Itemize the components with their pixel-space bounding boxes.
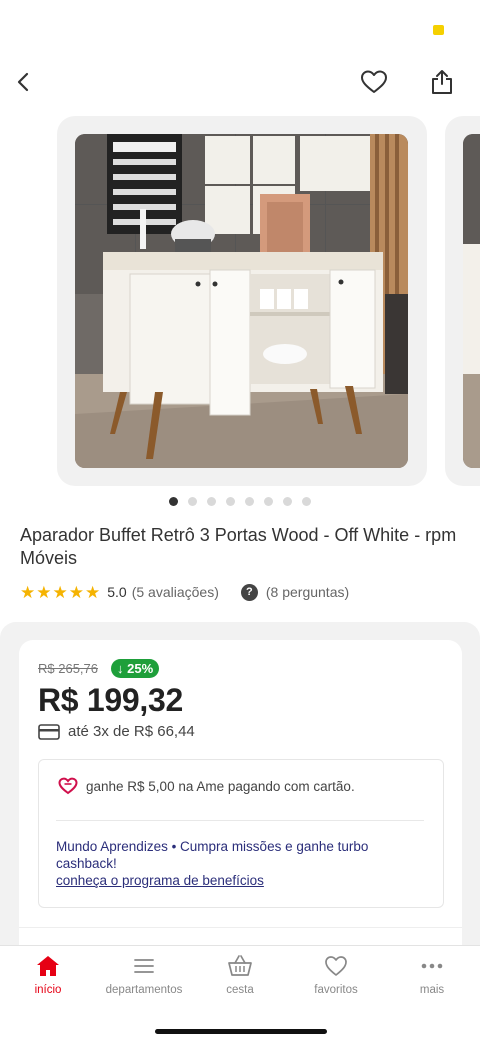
rating-stars: ★ ★ ★ ★ ★ xyxy=(20,584,100,601)
share-button[interactable] xyxy=(422,62,462,102)
nav-cesta[interactable]: cesta xyxy=(192,954,288,1004)
product-image-card[interactable] xyxy=(57,116,427,486)
installments-row: até 3x de R$ 66,44 xyxy=(38,723,195,740)
ame-cashback-row: ganhe R$ 5,00 na Ame pagando com cartão. xyxy=(58,777,355,795)
next-product-photo xyxy=(463,134,480,468)
carousel-dot[interactable] xyxy=(169,497,178,506)
bottom-navigation: início departamentos cesta favoritos mai… xyxy=(0,945,480,1042)
nav-departamentos[interactable]: departamentos xyxy=(96,954,192,1004)
product-title: Aparador Buffet Retrô 3 Portas Wood - Of… xyxy=(20,525,457,568)
carousel-dot[interactable] xyxy=(207,497,216,506)
benefits-box: ganhe R$ 5,00 na Ame pagando com cartão.… xyxy=(38,759,444,908)
mundo-aprendizes-text: Mundo Aprendizes • Cumpra missões e ganh… xyxy=(56,839,369,871)
divider xyxy=(56,820,424,821)
credit-card-icon xyxy=(38,723,60,740)
star-icon: ★ xyxy=(36,582,52,602)
top-bar xyxy=(0,60,480,104)
ame-text: ganhe R$ 5,00 na Ame pagando com cartão. xyxy=(86,778,355,794)
nav-inicio[interactable]: início xyxy=(0,954,96,1004)
carousel-dot[interactable] xyxy=(226,497,235,506)
nav-mais[interactable]: mais xyxy=(384,954,480,1004)
current-price: R$ 199,32 xyxy=(38,682,183,718)
star-icon: ★ xyxy=(68,582,84,602)
star-icon: ★ xyxy=(85,582,101,602)
reviews-link[interactable]: (5 avaliações) xyxy=(132,584,219,600)
carousel-dot[interactable] xyxy=(188,497,197,506)
product-photo xyxy=(75,134,408,468)
share-icon xyxy=(432,70,452,94)
menu-icon xyxy=(134,959,154,973)
chevron-left-icon xyxy=(17,72,29,92)
nav-label: favoritos xyxy=(314,984,358,996)
image-carousel[interactable] xyxy=(0,116,480,488)
next-image-card[interactable] xyxy=(445,116,480,486)
nav-label: departamentos xyxy=(105,984,183,996)
carousel-dot[interactable] xyxy=(302,497,311,506)
rating-row[interactable]: ★ ★ ★ ★ ★ 5.0 (5 avaliações) ? (8 perguntas) xyxy=(20,582,349,602)
price-card: R$ 265,76 ↓ 25% R$ 199,32 até 3x de R$ 6… xyxy=(19,640,462,952)
benefits-program-link[interactable]: conheça o programa de benefícios xyxy=(56,873,264,888)
ame-heart-icon xyxy=(58,777,78,795)
discount-badge: ↓ 25% xyxy=(111,659,160,678)
star-icon: ★ xyxy=(52,582,68,602)
heart-icon xyxy=(325,956,347,976)
questions-link[interactable]: (8 perguntas) xyxy=(266,584,349,600)
star-icon: ★ xyxy=(20,582,36,602)
nav-label: mais xyxy=(419,984,445,996)
divider xyxy=(19,927,462,928)
carousel-dot[interactable] xyxy=(264,497,273,506)
question-icon: ? xyxy=(240,583,258,601)
more-icon xyxy=(421,963,443,969)
heart-outline-icon xyxy=(361,70,387,93)
rating-value: 5.0 xyxy=(107,584,127,600)
carousel-dot[interactable] xyxy=(245,497,254,506)
favorite-button[interactable] xyxy=(354,62,394,102)
nav-favoritos[interactable]: favoritos xyxy=(288,954,384,1004)
nav-label: cesta xyxy=(226,984,254,996)
basket-icon xyxy=(228,955,252,976)
home-indicator xyxy=(155,1029,327,1034)
home-icon xyxy=(37,956,59,976)
installments-text: até 3x de R$ 66,44 xyxy=(68,723,195,740)
carousel-pagination[interactable] xyxy=(0,497,480,511)
old-price: R$ 265,76 xyxy=(38,661,98,676)
status-indicator xyxy=(433,25,444,35)
back-button[interactable] xyxy=(4,62,44,102)
nav-label: início xyxy=(34,984,62,996)
carousel-dot[interactable] xyxy=(283,497,292,506)
